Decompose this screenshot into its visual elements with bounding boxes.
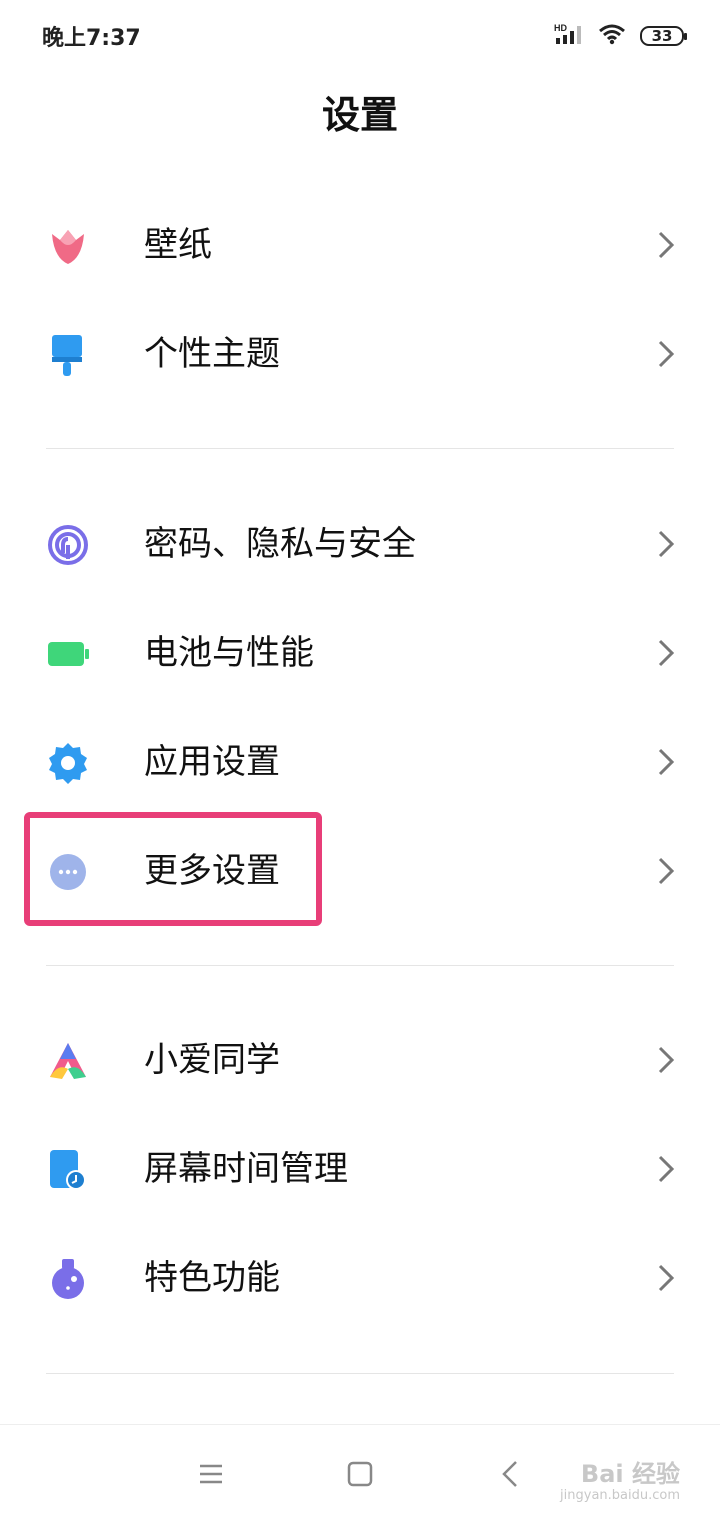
watermark-url: jingyan.baidu.com <box>560 1488 680 1503</box>
settings-item-label: 壁纸 <box>144 225 212 265</box>
battery-icon <box>46 632 90 676</box>
settings-item-label: 特色功能 <box>144 1258 280 1298</box>
chevron-right-icon <box>656 1262 676 1294</box>
wifi-icon <box>598 23 626 49</box>
settings-item-battery[interactable]: 电池与性能 <box>0 599 720 708</box>
status-time: 晚上7:37 <box>42 26 141 51</box>
screen-time-icon <box>46 1148 90 1192</box>
chevron-right-icon <box>656 855 676 887</box>
tulip-icon <box>46 224 90 268</box>
highlight-box <box>24 812 322 926</box>
settings-item-label: 密码、隐私与安全 <box>144 524 416 564</box>
settings-item-label: 电池与性能 <box>144 633 314 673</box>
chevron-right-icon <box>656 338 676 370</box>
divider <box>46 1373 674 1374</box>
signal-icon: HD <box>554 22 584 50</box>
chevron-right-icon <box>656 746 676 778</box>
flask-icon <box>46 1257 90 1301</box>
settings-item-themes[interactable]: 个性主题 <box>0 300 720 409</box>
page-title: 设置 <box>321 93 398 137</box>
settings-item-label: 小爱同学 <box>144 1040 280 1080</box>
divider <box>46 965 674 966</box>
settings-item-label: 个性主题 <box>144 334 280 374</box>
settings-item-screen-time[interactable]: 屏幕时间管理 <box>0 1115 720 1224</box>
settings-item-security[interactable]: 密码、隐私与安全 <box>0 490 720 599</box>
settings-item-app-settings[interactable]: 应用设置 <box>0 708 720 817</box>
battery-indicator: 33 <box>640 26 687 46</box>
divider <box>46 448 674 449</box>
back-button[interactable] <box>494 1457 528 1491</box>
chevron-right-icon <box>656 1044 676 1076</box>
network-type: HD <box>554 23 567 33</box>
menu-button[interactable] <box>194 1457 228 1491</box>
settings-item-wallpaper[interactable]: 壁纸 <box>0 191 720 300</box>
chevron-right-icon <box>656 1153 676 1185</box>
paint-brush-icon <box>46 333 90 377</box>
chevron-right-icon <box>656 528 676 560</box>
settings-item-special-features[interactable]: 特色功能 <box>0 1224 720 1333</box>
chevron-right-icon <box>656 229 676 261</box>
settings-item-xiaoai[interactable]: 小爱同学 <box>0 1006 720 1115</box>
status-bar: 晚上7:37 HD 33 <box>0 0 720 70</box>
xiaoai-icon <box>46 1039 90 1083</box>
settings-item-label: 应用设置 <box>144 742 280 782</box>
gear-icon <box>46 741 90 785</box>
settings-item-label: 屏幕时间管理 <box>144 1149 348 1189</box>
home-button[interactable] <box>343 1457 377 1491</box>
chevron-right-icon <box>656 637 676 669</box>
status-icons: HD 33 <box>554 22 687 50</box>
fingerprint-icon <box>46 523 90 567</box>
watermark-logo: Bai 经验 <box>580 1460 680 1488</box>
